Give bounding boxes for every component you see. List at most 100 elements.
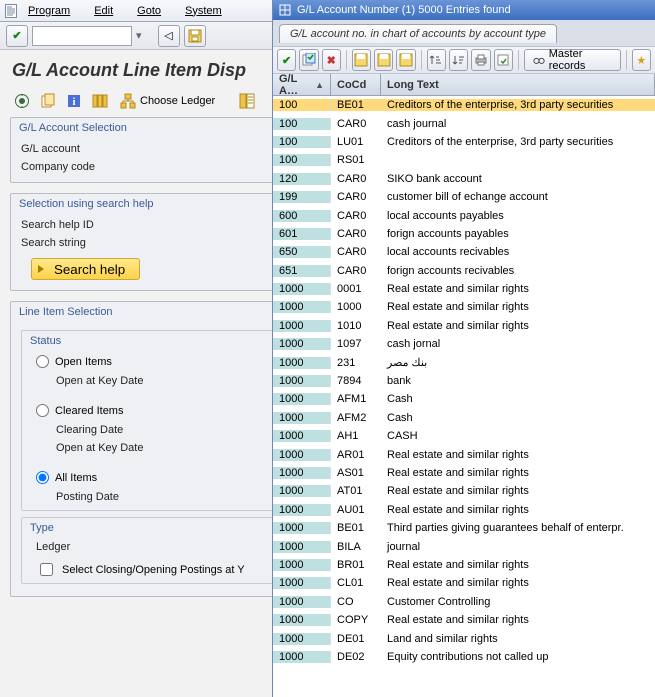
hierarchy-icon bbox=[120, 93, 136, 109]
account-list-button[interactable] bbox=[237, 91, 257, 111]
table-row[interactable]: 1000AFM2Cash bbox=[273, 409, 655, 427]
table-row[interactable]: 1000AT01Real estate and similar rights bbox=[273, 482, 655, 500]
menu-edit[interactable]: Edit bbox=[94, 5, 113, 17]
cell-cocd: BR01 bbox=[331, 559, 381, 571]
table-row[interactable]: 100LU01Creditors of the enterprise, 3rd … bbox=[273, 133, 655, 151]
open-items-label: Open Items bbox=[55, 356, 112, 368]
table-body: 100BE01Creditors of the enterprise, 3rd … bbox=[273, 96, 655, 697]
accept-button[interactable]: ✔ bbox=[6, 25, 28, 47]
table-row[interactable]: 1000AS01Real estate and similar rights bbox=[273, 464, 655, 482]
menu-goto[interactable]: Goto bbox=[137, 5, 161, 17]
table-row[interactable]: 651CAR0forign accounts recivables bbox=[273, 262, 655, 280]
cell-gl: 1000 bbox=[273, 522, 331, 534]
cell-long: Real estate and similar rights bbox=[381, 577, 655, 589]
export-button[interactable] bbox=[494, 49, 513, 71]
print-button[interactable] bbox=[471, 49, 490, 71]
table-row[interactable]: 1000BR01Real estate and similar rights bbox=[273, 556, 655, 574]
table-row[interactable]: 1000COPYReal estate and similar rights bbox=[273, 611, 655, 629]
table-row[interactable]: 1000BE01Third parties giving guarantees … bbox=[273, 519, 655, 537]
cell-gl: 1000 bbox=[273, 412, 331, 424]
cell-long: customer bill of echange account bbox=[381, 191, 655, 203]
cell-gl: 120 bbox=[273, 173, 331, 185]
table-row[interactable]: 199CAR0customer bill of echange account bbox=[273, 188, 655, 206]
variant-button[interactable] bbox=[38, 91, 58, 111]
save3-button[interactable] bbox=[396, 49, 415, 71]
table-row[interactable]: 120CAR0SIKO bank account bbox=[273, 170, 655, 188]
save2-button[interactable] bbox=[374, 49, 393, 71]
choose-ledger-button[interactable]: Choose Ledger bbox=[120, 93, 215, 109]
table-row[interactable]: 1000AU01Real estate and similar rights bbox=[273, 501, 655, 519]
col-gl[interactable]: G/L A…▲ bbox=[273, 74, 331, 95]
popup-tab[interactable]: G/L account no. in chart of accounts by … bbox=[279, 24, 557, 43]
cell-gl: 199 bbox=[273, 191, 331, 203]
table-row[interactable]: 601CAR0forign accounts payables bbox=[273, 225, 655, 243]
cell-gl: 1000 bbox=[273, 467, 331, 479]
cell-gl: 1000 bbox=[273, 559, 331, 571]
favorite-button[interactable]: ★ bbox=[632, 49, 651, 71]
search-help-button-label: Search help bbox=[54, 262, 125, 277]
table-row[interactable]: 650CAR0local accounts recivables bbox=[273, 243, 655, 261]
search-help-popup: G/L Account Number (1) 5000 Entries foun… bbox=[272, 0, 655, 697]
radio-all-items[interactable] bbox=[36, 471, 49, 484]
table-row[interactable]: 10000001Real estate and similar rights bbox=[273, 280, 655, 298]
cell-cocd: DE02 bbox=[331, 651, 381, 663]
radio-open-items[interactable] bbox=[36, 355, 49, 368]
table-row[interactable]: 600CAR0local accounts payables bbox=[273, 206, 655, 224]
multi-select-button[interactable] bbox=[299, 49, 318, 71]
sort-asc-button[interactable] bbox=[427, 49, 446, 71]
cell-cocd: AU01 bbox=[331, 504, 381, 516]
table-row[interactable]: 100RS01 bbox=[273, 151, 655, 169]
table-row[interactable]: 1000DE01Land and similar rights bbox=[273, 629, 655, 647]
cell-cocd: CAR0 bbox=[331, 118, 381, 130]
info-button[interactable]: i bbox=[64, 91, 84, 111]
menu-program[interactable]: Program bbox=[28, 5, 70, 17]
data-sources-button[interactable] bbox=[90, 91, 110, 111]
table-row[interactable]: 1000DE02Equity contributions not called … bbox=[273, 648, 655, 666]
menu-system[interactable]: System bbox=[185, 5, 222, 17]
table-row[interactable]: 100BE01Creditors of the enterprise, 3rd … bbox=[273, 96, 655, 114]
svg-text:i: i bbox=[72, 96, 75, 108]
cell-long: Land and similar rights bbox=[381, 633, 655, 645]
table-row[interactable]: 1000AH1CASH bbox=[273, 427, 655, 445]
table-row[interactable]: 1000CL01Real estate and similar rights bbox=[273, 574, 655, 592]
cell-cocd: CAR0 bbox=[331, 265, 381, 277]
master-records-button[interactable]: Master records bbox=[524, 49, 621, 71]
radio-cleared-items[interactable] bbox=[36, 404, 49, 417]
save-button[interactable] bbox=[184, 25, 206, 47]
cancel-button[interactable]: ✖ bbox=[322, 49, 341, 71]
execute-button[interactable] bbox=[12, 91, 32, 111]
table-row[interactable]: 10001010Real estate and similar rights bbox=[273, 317, 655, 335]
table-row[interactable]: 10007894bank bbox=[273, 372, 655, 390]
table-row[interactable]: 10001097cash jornal bbox=[273, 335, 655, 353]
table-row[interactable]: 1000231بنك مصر bbox=[273, 353, 655, 371]
table-row[interactable]: 1000COCustomer Controlling bbox=[273, 593, 655, 611]
cell-long: Third parties giving guarantees behalf o… bbox=[381, 522, 655, 534]
cell-gl: 1000 bbox=[273, 651, 331, 663]
cell-gl: 600 bbox=[273, 210, 331, 222]
table-row[interactable]: 1000BILAjournal bbox=[273, 537, 655, 555]
back-button[interactable]: ◁ bbox=[158, 25, 180, 47]
table-row[interactable]: 100CAR0cash journal bbox=[273, 114, 655, 132]
cell-gl: 1000 bbox=[273, 283, 331, 295]
all-items-label: All Items bbox=[55, 472, 97, 484]
cell-gl: 1000 bbox=[273, 338, 331, 350]
table-row[interactable]: 10001000Real estate and similar rights bbox=[273, 298, 655, 316]
cell-long: Real estate and similar rights bbox=[381, 614, 655, 626]
cell-gl: 100 bbox=[273, 136, 331, 148]
cell-long: forign accounts payables bbox=[381, 228, 655, 240]
table-row[interactable]: 1000AFM1Cash bbox=[273, 390, 655, 408]
arrow-right-icon bbox=[38, 265, 44, 273]
command-input[interactable] bbox=[32, 26, 132, 46]
cell-long: Equity contributions not called up bbox=[381, 651, 655, 663]
cell-long: Customer Controlling bbox=[381, 596, 655, 608]
table-row[interactable]: 1000AR01Real estate and similar rights bbox=[273, 445, 655, 463]
save1-button[interactable] bbox=[352, 49, 371, 71]
checkbox-closing-opening[interactable] bbox=[40, 563, 53, 576]
cell-long: بنك مصر bbox=[381, 356, 655, 369]
dropdown-icon[interactable]: ▾ bbox=[136, 29, 142, 42]
col-long[interactable]: Long Text bbox=[381, 74, 655, 95]
sort-desc-button[interactable] bbox=[449, 49, 468, 71]
col-cocd[interactable]: CoCd bbox=[331, 74, 381, 95]
continue-button[interactable]: ✔ bbox=[277, 49, 296, 71]
search-help-button[interactable]: Search help bbox=[31, 258, 140, 280]
